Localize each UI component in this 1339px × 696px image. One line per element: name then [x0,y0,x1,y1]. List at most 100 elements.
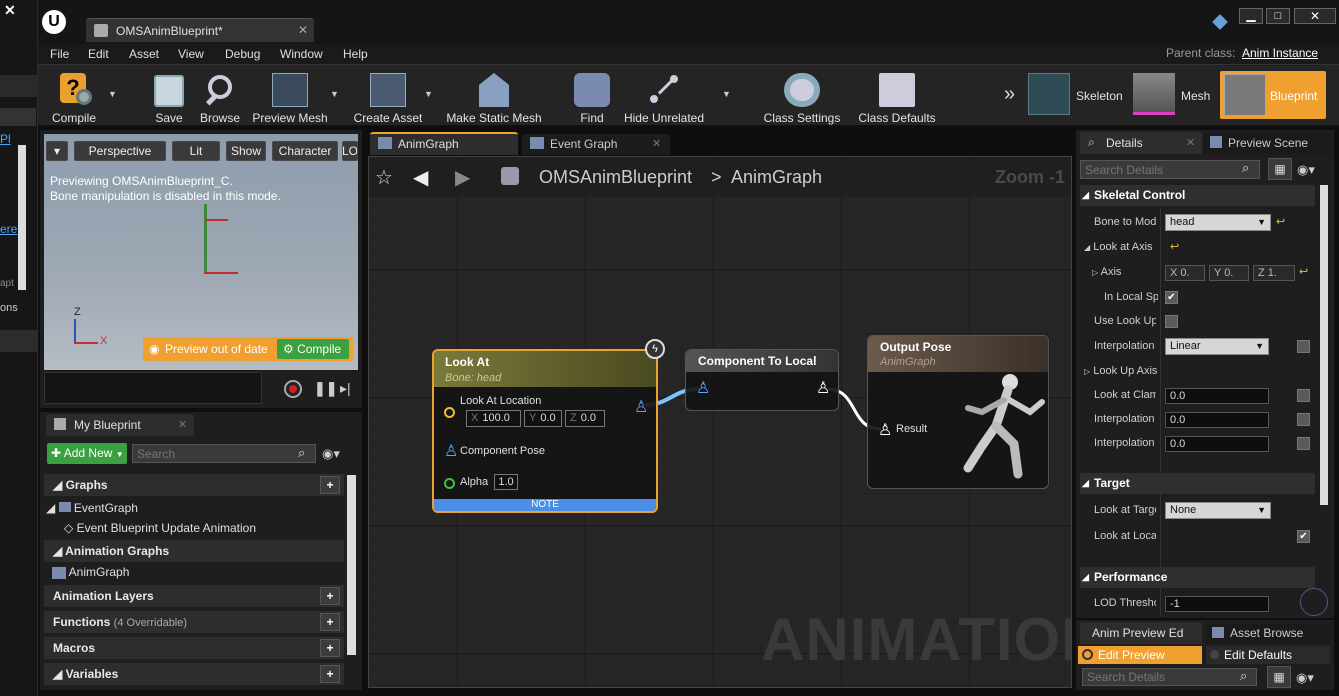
functions-category[interactable]: Functions (4 Overridable) [44,611,344,633]
tab-close-icon[interactable]: ✕ [652,137,661,150]
details-scrollbar[interactable] [1320,185,1328,505]
axis-x-field[interactable]: X 0. [1165,265,1205,281]
location-y-field[interactable]: Y 0.0 [524,410,562,427]
performance-section[interactable]: ◢ Performance [1080,567,1315,588]
ctl-input-pin-icon[interactable]: ♙ [696,378,710,398]
blueprint-mode-tab[interactable]: Blueprint [1220,71,1326,119]
preview-mesh-button[interactable]: Preview Mesh [252,67,328,125]
anim-preview-editor-tab[interactable]: Anim Preview Ed [1080,622,1202,644]
visibility-eye-icon[interactable]: ◉▾ [1296,670,1314,686]
perspective-button[interactable]: Perspective [74,141,166,161]
interpolation-time-pin-checkbox[interactable] [1297,413,1310,426]
add-layer-button[interactable]: + [320,587,340,605]
visibility-eye-icon[interactable]: ◉▾ [1297,162,1315,178]
ctl-output-pin-icon[interactable]: ♙ [816,378,830,398]
look-at-location-pin-checkbox[interactable]: ✔ [1297,530,1310,543]
strip-link[interactable]: Pl [0,132,11,146]
interpolation-threshold-field[interactable]: 0.0 [1165,436,1269,452]
tree-item-animgraph[interactable]: AnimGraph [52,565,129,579]
source-control-icon[interactable] [1212,14,1228,30]
blueprint-search-input[interactable] [132,444,316,463]
component-pose-pin-icon[interactable]: ♙ [444,441,458,461]
character-button[interactable]: Character [272,141,338,161]
tab-close-icon[interactable]: ✕ [1186,136,1195,149]
alpha-pin[interactable] [444,478,455,489]
output-pose-node[interactable]: Output Pose AnimGraph ♙ Result [867,335,1049,489]
reset-to-default-icon[interactable]: ↩ [1170,240,1179,253]
look-at-clamp-pin-checkbox[interactable] [1297,389,1310,402]
details-tab[interactable]: ⌕ Details ✕ [1080,132,1202,154]
document-tab[interactable]: OMSAnimBlueprint* ✕ [86,18,314,42]
tab-event-graph[interactable]: Event Graph ✕ [522,134,670,155]
use-look-up-checkbox[interactable] [1165,315,1178,328]
create-asset-chevron-icon[interactable]: ▼ [424,89,433,99]
variables-category[interactable]: ◢ Variables [44,663,344,685]
preview-viewport[interactable]: ▾ Perspective Lit Show Character LO Prev… [44,134,358,370]
find-button[interactable]: Find [570,67,614,125]
preview-search-input[interactable] [1082,668,1257,686]
add-new-button[interactable]: ✚ Add New ▼ [47,443,127,464]
timeline-scrubber[interactable] [44,372,262,404]
compile-options-chevron-icon[interactable]: ▼ [108,89,117,99]
record-button[interactable] [284,380,302,398]
graphs-category[interactable]: ◢ Graphs [44,474,344,496]
lit-button[interactable]: Lit [172,141,220,161]
look-at-node[interactable]: Look At Bone: head Look At Location X 100… [432,349,658,513]
strip-link[interactable]: ere [0,222,17,236]
hide-unrelated-chevron-icon[interactable]: ▼ [722,89,731,99]
viewport-compile-button[interactable]: ⚙ Compile [277,339,349,359]
asset-browser-tab[interactable]: Asset Browse [1206,624,1330,644]
tab-close-icon[interactable]: ✕ [298,23,308,37]
bone-to-modify-combo[interactable]: head ▼ [1165,214,1271,231]
mesh-mode-icon[interactable] [1133,73,1175,115]
interpolation-threshold-pin-checkbox[interactable] [1297,437,1310,450]
skeleton-mode-icon[interactable] [1028,73,1070,115]
lod-button[interactable]: LO [342,141,358,161]
look-at-clamp-field[interactable]: 0.0 [1165,388,1269,404]
look-at-location-pin[interactable] [444,407,455,418]
hide-unrelated-button[interactable]: Hide Unrelated [622,67,706,125]
mesh-mode-label[interactable]: Mesh [1181,89,1210,103]
viewport-options-chevron-icon[interactable]: ▾ [46,141,68,161]
result-pin-icon[interactable]: ♙ [878,420,892,440]
strip-scrollbar[interactable] [18,145,26,290]
location-z-field[interactable]: Z 0.0 [565,410,605,427]
alpha-field[interactable]: 1.0 [494,474,518,490]
create-asset-button[interactable]: Create Asset [350,67,426,125]
mode-overflow-chevron-icon[interactable]: » [1004,83,1015,106]
menu-asset[interactable]: Asset [129,47,159,61]
save-button[interactable]: Save [149,67,189,125]
property-matrix-icon[interactable]: ▦ [1268,158,1292,180]
interpolation-time-field[interactable]: 0.0 [1165,412,1269,428]
interpolation-pin-checkbox[interactable] [1297,340,1310,353]
axis-label[interactable]: ▷ Axis [1092,266,1152,278]
menu-view[interactable]: View [178,47,204,61]
add-variable-button[interactable]: + [320,665,340,683]
reset-to-default-icon[interactable]: ↩ [1299,265,1308,278]
add-graph-button[interactable]: + [320,476,340,494]
preview-scene-tab[interactable]: Preview Scene [1204,134,1330,154]
lod-threshold-field[interactable]: -1 [1165,596,1269,612]
maximize-button[interactable]: □ [1266,8,1290,24]
visibility-eye-icon[interactable]: ◉▾ [322,446,340,462]
minimize-button[interactable]: ▁ [1239,8,1263,24]
menu-edit[interactable]: Edit [88,47,109,61]
menu-window[interactable]: Window [280,47,323,61]
details-search-input[interactable] [1080,160,1260,179]
edit-defaults-tab[interactable]: Edit Defaults [1206,646,1330,664]
show-button[interactable]: Show [226,141,266,161]
preview-mesh-chevron-icon[interactable]: ▼ [330,89,339,99]
target-section[interactable]: ◢ Target [1080,473,1315,494]
make-static-mesh-button[interactable]: Make Static Mesh [444,67,544,125]
parent-class-link[interactable]: Anim Instance [1242,46,1318,60]
menu-help[interactable]: Help [343,47,368,61]
my-blueprint-tab[interactable]: My Blueprint ✕ [46,414,194,436]
axis-y-field[interactable]: Y 0. [1209,265,1249,281]
browse-button[interactable]: Browse [196,67,244,125]
in-local-space-checkbox[interactable]: ✔ [1165,291,1178,304]
animation-layers-category[interactable]: Animation Layers [44,585,344,607]
animation-graphs-category[interactable]: ◢ Animation Graphs [44,540,344,562]
look-at-axis-label[interactable]: ◢ Look at Axis [1084,241,1164,253]
class-defaults-button[interactable]: Class Defaults [856,67,938,125]
property-matrix-icon[interactable]: ▦ [1267,666,1291,688]
